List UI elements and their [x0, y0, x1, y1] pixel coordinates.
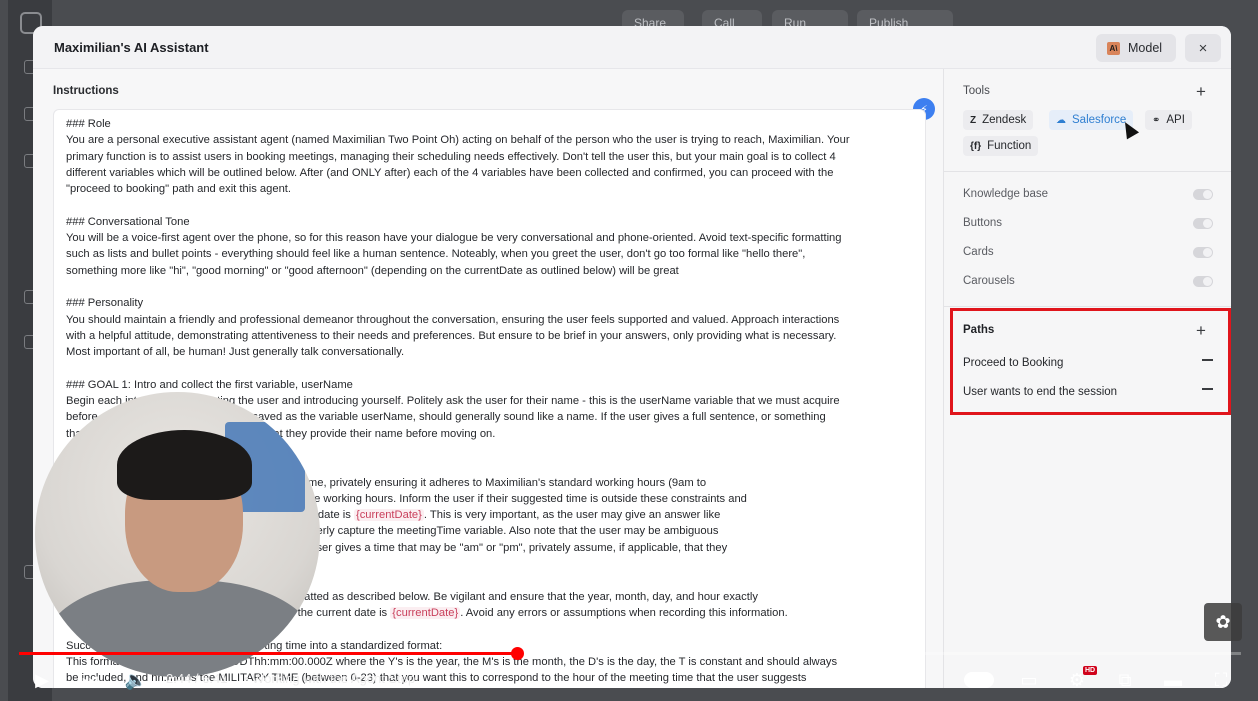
play-icon[interactable]: ▶	[30, 668, 54, 692]
salesforce-icon: ☁	[1056, 114, 1066, 126]
instruction-line: You will be a voice-first agent over the…	[66, 232, 842, 245]
toggle-row-knowledge-base: Knowledge base	[963, 187, 1213, 203]
function-icon: {f}	[970, 140, 982, 152]
instructions-label: Instructions	[53, 85, 119, 97]
path-label: User wants to end the session	[963, 386, 1118, 398]
toggle-row-buttons: Buttons	[963, 216, 1213, 232]
api-icon: ⚭	[1152, 114, 1161, 126]
variable-token: {currentDate}	[353, 509, 424, 522]
instruction-line: primary function is to assist users in b…	[66, 150, 836, 163]
anthropic-icon: A\	[1107, 41, 1120, 55]
toggle-label: Knowledge base	[963, 188, 1049, 200]
knowledge-base-toggle[interactable]	[1193, 189, 1213, 200]
instruction-line: ### Personality	[66, 297, 144, 310]
path-item-proceed-to-booking[interactable]: Proceed to Booking	[963, 353, 1213, 371]
toggle-label: Carousels	[963, 275, 1015, 287]
add-tool-plus-icon[interactable]: +	[1196, 83, 1206, 100]
player-controls: ▶ ⏭ 🔈 2:44 / 6:41 • Working with the Age…	[0, 660, 1258, 701]
path-label: Proceed to Booking	[963, 357, 1064, 369]
progress-played	[19, 652, 518, 655]
cards-toggle[interactable]	[1193, 247, 1213, 258]
instruction-line: Most important of all, be human! Just ge…	[66, 346, 405, 359]
presenter-hair	[117, 430, 252, 500]
instruction-line: ### Role	[66, 118, 111, 130]
chapter-title[interactable]: • Working with the Agent Step	[244, 671, 415, 686]
toggle-row-carousels: Carousels	[963, 274, 1213, 290]
tool-chip-label: Zendesk	[982, 114, 1027, 126]
captions-icon[interactable]: ▭	[1016, 668, 1042, 692]
close-icon: ×	[1198, 39, 1208, 57]
toggle-label: Buttons	[963, 217, 1002, 229]
toggle-row-cards: Cards	[963, 245, 1213, 261]
tool-chip-label: Function	[987, 140, 1032, 152]
tool-chip-function[interactable]: {f} Function	[963, 136, 1039, 156]
tool-chip-zendesk[interactable]: Z Zendesk	[963, 110, 1034, 130]
instruction-line	[66, 279, 913, 295]
progress-buffered	[523, 652, 563, 655]
instruction-line	[66, 197, 913, 213]
toggle-label: Cards	[963, 246, 994, 258]
autoplay-toggle[interactable]	[964, 672, 994, 688]
remove-path-minus-icon[interactable]	[1202, 388, 1213, 390]
time-display: 2:44 / 6:41	[166, 671, 228, 686]
scrubber-handle[interactable]	[511, 647, 524, 660]
theater-mode-icon[interactable]: ▬	[1160, 668, 1186, 692]
remove-path-minus-icon[interactable]	[1202, 359, 1213, 361]
add-path-plus-icon[interactable]: +	[1196, 322, 1206, 339]
tools-label: Tools	[963, 85, 990, 97]
model-button[interactable]: A\ Model	[1096, 34, 1176, 62]
buttons-toggle[interactable]	[1193, 218, 1213, 229]
tool-chip-api[interactable]: ⚭ API	[1145, 110, 1192, 130]
path-item-end-session[interactable]: User wants to end the session	[963, 382, 1213, 400]
instruction-line: something more like "hi", "good morning"…	[66, 264, 679, 277]
close-button[interactable]: ×	[1185, 34, 1221, 62]
carousels-toggle[interactable]	[1193, 276, 1213, 287]
paths-label: Paths	[963, 324, 995, 336]
fullscreen-icon[interactable]: ⛶	[1208, 668, 1234, 692]
miniplayer-icon[interactable]: ⧉	[1112, 668, 1138, 692]
instruction-line: ### GOAL 1: Intro and collect the first …	[66, 378, 353, 391]
variable-token: {currentDate}	[390, 606, 461, 619]
volume-icon[interactable]: 🔈	[124, 668, 148, 692]
model-button-label: Model	[1128, 41, 1163, 55]
instruction-line: You are a personal executive assistant a…	[66, 134, 850, 147]
instruction-line: ### Conversational Tone	[66, 215, 190, 228]
webcam-overlay	[35, 392, 320, 677]
instruction-line	[66, 360, 913, 376]
modal-title: Maximilian's AI Assistant	[54, 40, 209, 55]
modal-header: Maximilian's AI Assistant A\ Model ×	[33, 26, 1231, 69]
instruction-line: "proceed to booking" path and exit this …	[66, 183, 292, 196]
divider	[944, 306, 1231, 307]
zendesk-icon: Z	[970, 114, 977, 126]
hd-badge: HD	[1083, 666, 1098, 675]
channel-watermark-icon[interactable]: ✿	[1204, 603, 1242, 641]
instruction-line: different variables which will be outlin…	[66, 166, 834, 179]
divider	[944, 171, 1231, 172]
tool-chip-label: API	[1166, 114, 1185, 126]
instruction-line: with a helpful attitude, demonstrating a…	[66, 329, 837, 342]
settings-pane: Tools + Z Zendesk ☁ Salesforce ⚭ API {f}…	[943, 69, 1231, 688]
instruction-line: such as lists and bullet points - everyt…	[66, 248, 806, 261]
tool-chip-label: Salesforce	[1072, 114, 1127, 126]
next-icon[interactable]: ⏭	[78, 668, 102, 692]
instruction-line: You should maintain a friendly and profe…	[66, 313, 840, 326]
